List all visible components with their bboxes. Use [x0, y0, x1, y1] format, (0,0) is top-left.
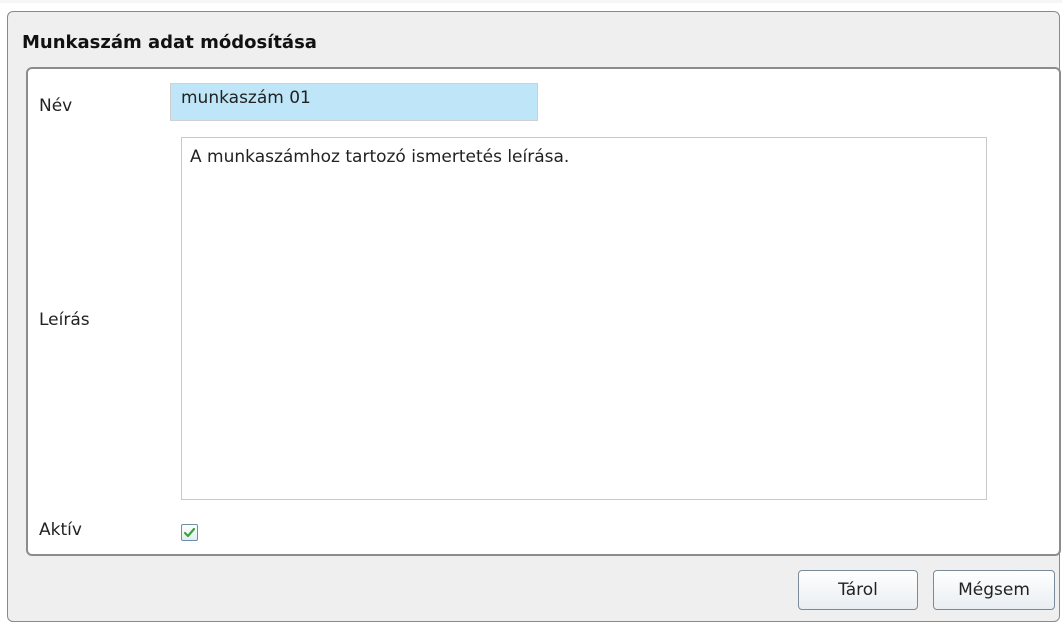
checkmark-icon: [183, 527, 196, 538]
description-field[interactable]: A munkaszámhoz tartozó ismertetés leírás…: [181, 137, 987, 500]
top-border: [0, 0, 1062, 3]
dialog-title: Munkaszám adat módosítása: [22, 32, 317, 53]
name-label: Név: [39, 96, 73, 116]
save-button[interactable]: Tárol: [798, 570, 918, 610]
active-label: Aktív: [39, 520, 82, 540]
cancel-button[interactable]: Mégsem: [933, 570, 1055, 610]
description-label: Leírás: [39, 310, 90, 330]
active-checkbox[interactable]: [181, 524, 198, 541]
name-field[interactable]: munkaszám 01: [170, 83, 538, 121]
